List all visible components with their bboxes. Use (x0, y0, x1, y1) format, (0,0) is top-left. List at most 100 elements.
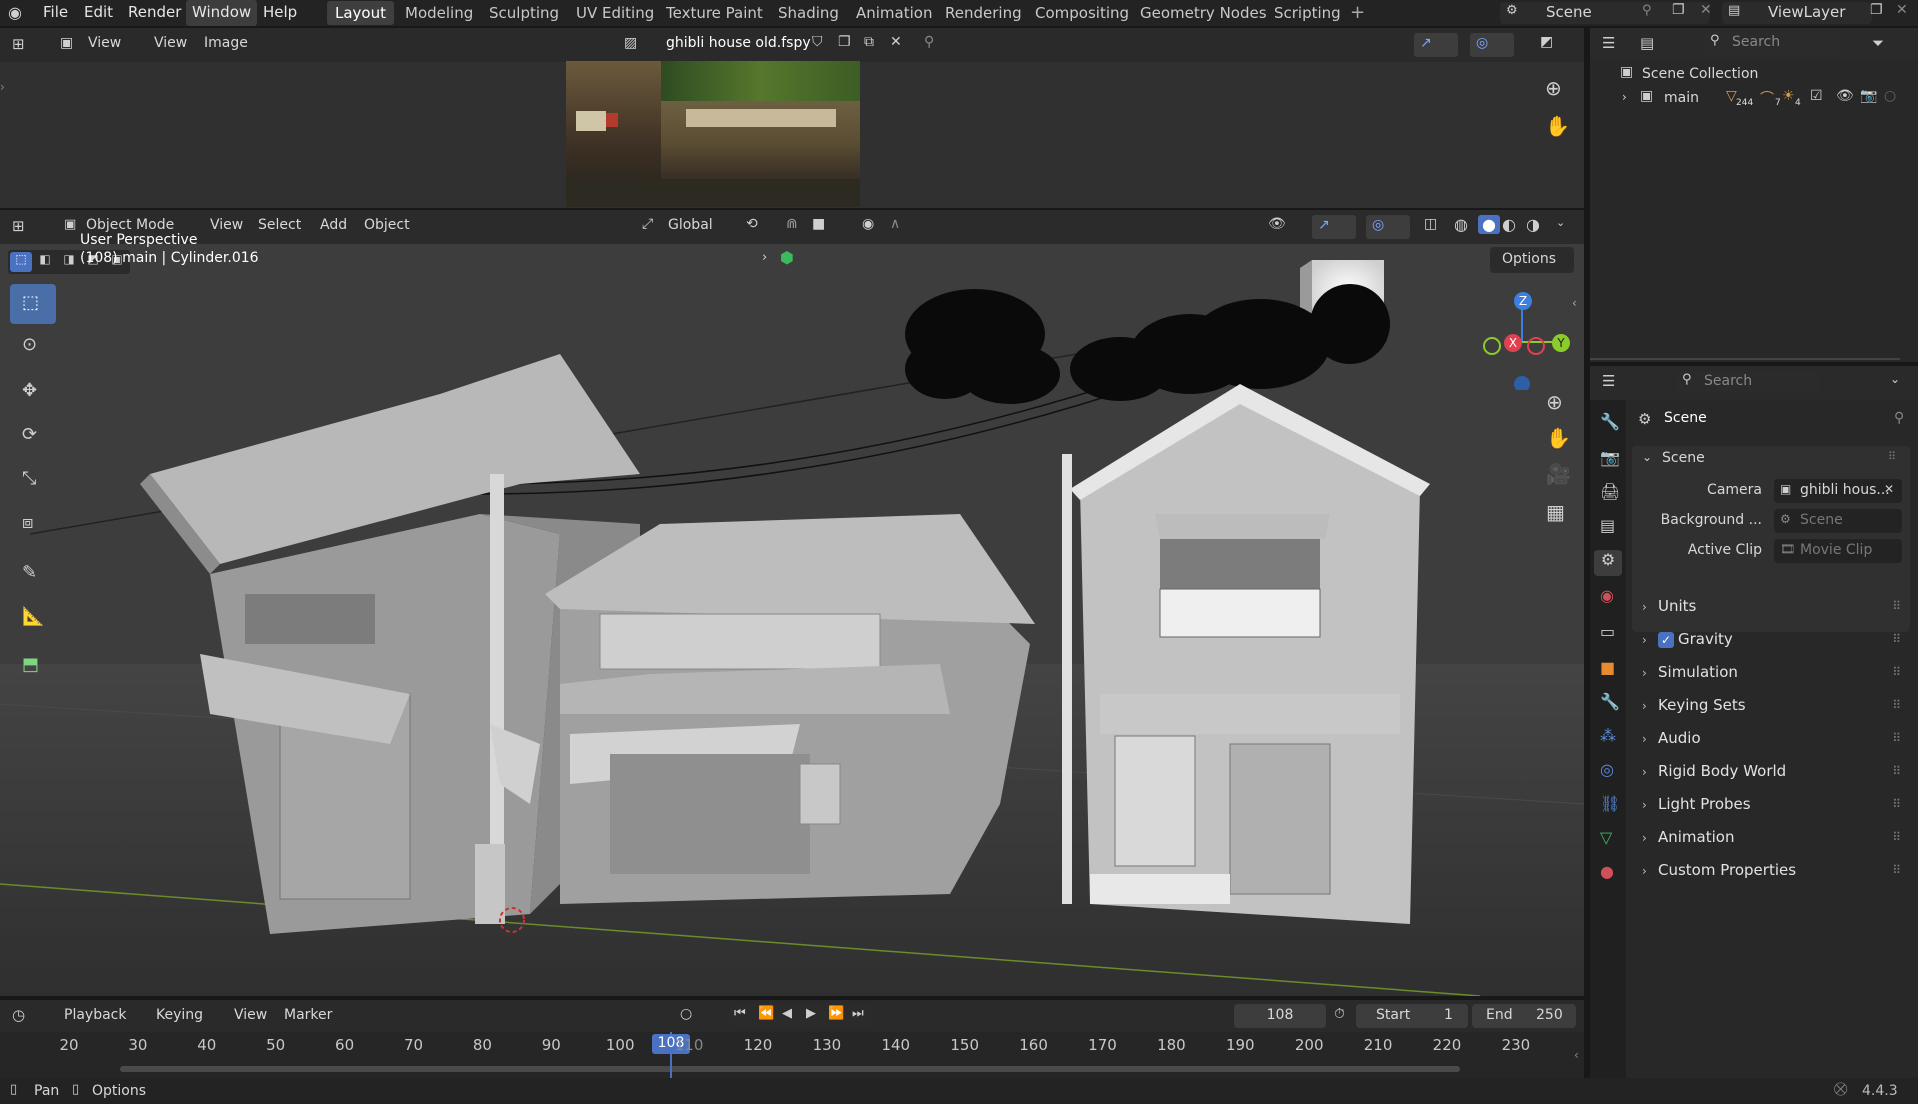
clear-camera-icon[interactable]: ✕ (1884, 482, 1894, 496)
jump-end-icon[interactable]: ⏭ (852, 1006, 864, 1021)
pan-view-icon[interactable]: ✋ (1546, 426, 1571, 450)
left-region-toggle-icon[interactable]: › (0, 80, 5, 94)
sidebar-toggle-icon[interactable]: ‹ (1572, 296, 1577, 310)
camera-view-icon[interactable]: 🎥 (1546, 462, 1571, 486)
move-tool[interactable]: ✥ (10, 372, 56, 412)
active-clip-field[interactable]: 🎞 Movie Clip (1774, 539, 1902, 563)
image-menu[interactable]: Image (204, 35, 248, 51)
tab-uv-editing[interactable]: UV Editing (568, 1, 662, 25)
output-tab-icon[interactable]: 🖨 (1600, 482, 1620, 501)
add-cube-tool[interactable]: ⬒ (10, 646, 56, 686)
viewport-editor-type-icon[interactable]: ⊞ (12, 217, 25, 235)
blender-logo-icon[interactable]: ◉ (8, 3, 22, 22)
pivot-icon[interactable]: ⟲ (746, 216, 758, 232)
pan-image-icon[interactable]: ✋ (1545, 114, 1570, 138)
playback-menu[interactable]: Playback (64, 1007, 126, 1023)
eye-icon[interactable]: 👁 (1836, 88, 1854, 104)
material-tab-icon[interactable]: ● (1600, 862, 1614, 881)
play-icon[interactable]: ▶ (806, 1006, 816, 1021)
start-frame-field[interactable]: Start 1 (1356, 1004, 1468, 1028)
snap-target-icon[interactable]: ■ (812, 216, 825, 232)
transform-orientation[interactable]: Global (668, 217, 713, 233)
tab-geometry-nodes[interactable]: Geometry Nodes (1132, 1, 1275, 25)
snap-icon[interactable]: ⋒ (786, 216, 798, 232)
scene-panel-chevron-icon[interactable]: ⌄ (1642, 450, 1652, 464)
overlay-toggle[interactable]: ◎ (1470, 33, 1514, 57)
duplicate-icon[interactable]: ❐ (838, 34, 851, 50)
keying-sets-panel[interactable]: › Keying Sets ⠿ (1632, 691, 1908, 719)
tab-texture-paint[interactable]: Texture Paint (658, 1, 771, 25)
tab-sculpting[interactable]: Sculpting (481, 1, 567, 25)
expand-main-icon[interactable]: › (1622, 90, 1627, 104)
menu-file[interactable]: File (43, 0, 68, 26)
data-tab-icon[interactable]: ▽ (1600, 828, 1612, 847)
viewport-menu-add[interactable]: Add (320, 217, 347, 233)
timeline-editor-type-icon[interactable]: ◷ (12, 1006, 25, 1024)
outliner-search[interactable]: ⚲ Search (1704, 32, 1840, 54)
rendered-shading-icon[interactable]: ◑ (1526, 215, 1540, 234)
next-keyframe-icon[interactable]: ⏩ (828, 1006, 844, 1021)
gizmo-x-label[interactable]: X (1504, 334, 1522, 352)
timeline-sidebar-toggle-icon[interactable]: ‹ (1574, 1048, 1579, 1062)
scene-tab-icon[interactable]: ⚙ (1594, 550, 1622, 576)
gizmo-z-label[interactable]: Z (1514, 292, 1532, 310)
render-camera-icon[interactable]: 📷 (1860, 88, 1877, 104)
visibility-icon[interactable]: 👁 (1268, 216, 1286, 232)
viewport-3d[interactable]: ⊞ ▣ Object Mode View Select Add Object ⤢… (0, 210, 1584, 996)
scene-panel-title[interactable]: Scene (1662, 450, 1705, 466)
gravity-checkbox[interactable]: ✓ (1658, 631, 1674, 648)
units-panel[interactable]: › Units ⠿ (1632, 592, 1908, 620)
scale-tool[interactable]: ⤡ (10, 460, 56, 500)
gravity-panel[interactable]: › ✓ Gravity ⠿ (1632, 625, 1908, 653)
scene-collection-label[interactable]: Scene Collection (1642, 66, 1758, 82)
solid-shading-icon[interactable]: ● (1478, 215, 1500, 234)
collection-tab-icon[interactable]: ▭ (1600, 622, 1615, 641)
delete-viewlayer-icon[interactable]: ✕ (1896, 2, 1908, 18)
world-tab-icon[interactable]: ◉ (1600, 586, 1614, 605)
timeline-view-menu[interactable]: View (234, 1007, 267, 1023)
menu-render[interactable]: Render (128, 0, 181, 26)
viewlayer-selector[interactable]: ▤ ViewLayer (1722, 2, 1872, 24)
simulation-panel[interactable]: › Simulation ⠿ (1632, 658, 1908, 686)
gizmo-toggle[interactable]: ↗ (1414, 33, 1458, 57)
holdout-icon[interactable]: ○ (1884, 88, 1896, 104)
audio-panel[interactable]: › Audio ⠿ (1632, 724, 1908, 752)
menu-window[interactable]: Window (186, 0, 258, 26)
material-shading-icon[interactable]: ◐ (1502, 215, 1516, 234)
view-mode-icon[interactable]: ▣ (60, 35, 73, 51)
object-tab-icon[interactable]: ■ (1600, 658, 1615, 677)
falloff-icon[interactable]: ∧ (890, 216, 900, 232)
properties-pin-icon[interactable]: ⚲ (1894, 410, 1904, 426)
background-field[interactable]: ⚙ Scene (1774, 509, 1902, 533)
delete-scene-icon[interactable]: ✕ (1700, 2, 1712, 18)
menu-help[interactable]: Help (263, 0, 297, 26)
gizmo-y-label[interactable]: Y (1552, 334, 1570, 352)
zoom-image-icon[interactable]: ⊕ (1545, 76, 1562, 100)
end-frame-field[interactable]: End 250 (1472, 1004, 1576, 1028)
new-scene-icon[interactable]: ❐ (1672, 2, 1685, 18)
editor-type-icon[interactable]: ⊞ (12, 35, 25, 53)
scene-panel-grip-icon[interactable]: ⠿ (1888, 450, 1896, 463)
pin-image-icon[interactable]: ⚲ (924, 34, 934, 50)
select-box-tool[interactable]: ⬚ (10, 284, 56, 324)
outliner-editor-type-icon[interactable]: ☰ (1602, 34, 1615, 52)
image-browse-icon[interactable]: ▨ (624, 35, 637, 51)
prev-keyframe-icon[interactable]: ⏪ (758, 1006, 774, 1021)
jump-start-icon[interactable]: ⏮ (734, 1006, 746, 1021)
display-channels-icon[interactable]: ◩ (1540, 34, 1553, 50)
rotate-tool[interactable]: ⟳ (10, 416, 56, 456)
transform-tool[interactable]: ⧈ (10, 504, 56, 544)
exclude-checkbox-icon[interactable]: ☑ (1810, 88, 1823, 104)
image-view-dropdown[interactable]: View (88, 35, 121, 51)
display-mode-icon[interactable]: ▤ (1640, 34, 1654, 52)
play-reverse-icon[interactable]: ◀ (782, 1006, 792, 1021)
tab-compositing[interactable]: Compositing (1027, 1, 1137, 25)
view-layer-tab-icon[interactable]: ▤ (1600, 516, 1615, 535)
shading-options-icon[interactable]: ⌄ (1556, 216, 1565, 229)
zoom-view-icon[interactable]: ⊕ (1546, 390, 1563, 414)
constraints-tab-icon[interactable]: ⛓ (1600, 794, 1620, 813)
viewport-gizmo-toggle[interactable]: ↗ (1312, 215, 1356, 239)
new-viewlayer-icon[interactable]: ❐ (1870, 2, 1883, 18)
tool-tab-icon[interactable]: 🔧 (1600, 412, 1620, 431)
tab-layout[interactable]: Layout (327, 1, 394, 25)
